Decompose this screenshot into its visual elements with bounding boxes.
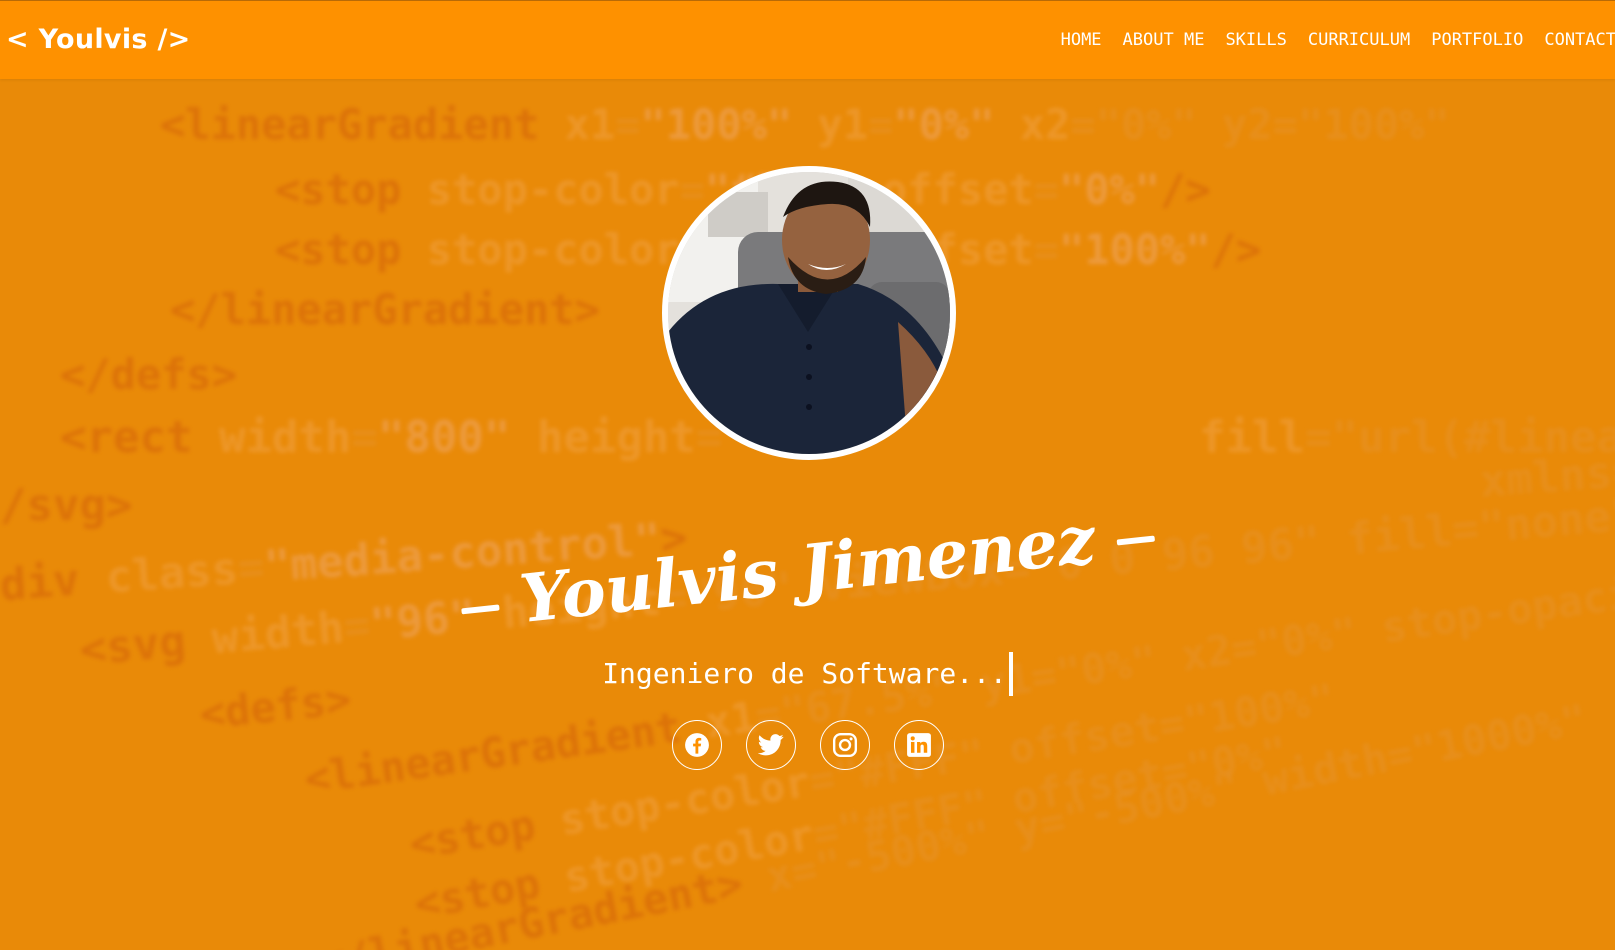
profile-avatar bbox=[662, 166, 956, 460]
hero-name-text: Youlvis Jimenez bbox=[516, 500, 1099, 638]
left-dash bbox=[460, 604, 500, 615]
nav-item-skills[interactable]: SKILLS bbox=[1225, 29, 1286, 51]
facebook-icon bbox=[685, 733, 709, 757]
typing-cursor bbox=[1008, 652, 1013, 696]
bg-code-line: </defs> bbox=[60, 350, 238, 399]
twitter-button[interactable] bbox=[746, 720, 796, 770]
instagram-icon bbox=[832, 732, 858, 758]
bg-code-line: <stop stop-color="#FFF" offset="100%" bbox=[406, 673, 1338, 869]
nav-item-home[interactable]: HOME bbox=[1061, 29, 1102, 51]
linkedin-icon bbox=[907, 733, 931, 757]
nav-item-curriculum[interactable]: CURRICULUM bbox=[1308, 29, 1410, 51]
navbar: < Youlvis /> HOME ABOUT ME SKILLS CURRIC… bbox=[0, 0, 1615, 79]
nav-item-about-me[interactable]: ABOUT ME bbox=[1123, 29, 1205, 51]
subtitle-text: Ingeniero de Software... bbox=[602, 657, 1007, 690]
nav-menu: HOME ABOUT ME SKILLS CURRICULUM PORTFOLI… bbox=[1061, 29, 1615, 51]
facebook-button[interactable] bbox=[672, 720, 722, 770]
brand-logo[interactable]: < Youlvis /> bbox=[6, 21, 191, 59]
nav-item-portfolio[interactable]: PORTFOLIO bbox=[1431, 29, 1523, 51]
bg-code-line: /svg> bbox=[0, 480, 133, 531]
hero-subtitle: Ingeniero de Software... bbox=[0, 652, 1615, 696]
bg-code-line: </linearGradient> x="-500%" y="-500%" wi… bbox=[315, 694, 1591, 950]
social-links bbox=[672, 720, 944, 770]
profile-photo bbox=[668, 172, 950, 454]
nav-item-contact[interactable]: CONTACT bbox=[1544, 29, 1615, 51]
right-dash bbox=[1116, 535, 1156, 546]
instagram-button[interactable] bbox=[820, 720, 870, 770]
linkedin-button[interactable] bbox=[894, 720, 944, 770]
bg-code-line: </linearGradient> bbox=[170, 285, 600, 334]
bg-code-line: <linearGradient x1="100%" y1="0%" x2="0%… bbox=[160, 100, 1450, 149]
twitter-icon bbox=[758, 734, 784, 756]
